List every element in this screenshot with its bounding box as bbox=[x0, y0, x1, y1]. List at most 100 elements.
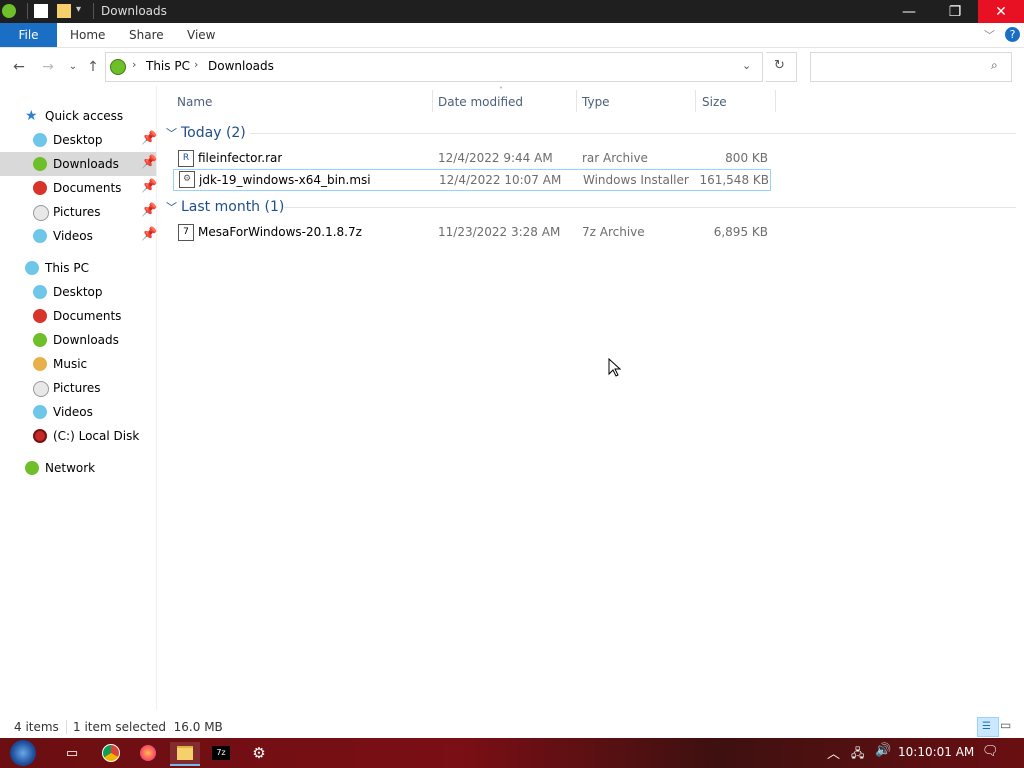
divider bbox=[27, 3, 28, 19]
file-row[interactable]: 7 MesaForWindows-20.1.8.7z 11/23/2022 3:… bbox=[174, 222, 770, 242]
breadcrumb-downloads[interactable]: Downloads bbox=[208, 59, 274, 73]
rar-file-icon: R bbox=[178, 150, 194, 167]
chevron-down-icon[interactable]: ▾ bbox=[76, 4, 81, 15]
column-header-date[interactable]: Date modified bbox=[438, 92, 523, 112]
pictures-icon bbox=[33, 381, 49, 397]
collapse-group-icon[interactable]: ﹀ bbox=[166, 199, 177, 215]
sidebar-item-desktop[interactable]: Desktop 📌 bbox=[0, 128, 158, 152]
column-divider[interactable] bbox=[775, 90, 776, 112]
sidebar-item-label: Documents bbox=[53, 309, 122, 323]
file-row-selected[interactable]: ⚙ jdk-19_windows-x64_bin.msi 12/4/2022 1… bbox=[173, 169, 771, 191]
sidebar-item-label: Music bbox=[53, 357, 88, 371]
sidebar-item-videos[interactable]: Videos 📌 bbox=[0, 224, 158, 248]
start-button[interactable] bbox=[10, 740, 36, 766]
help-icon[interactable]: ? bbox=[1005, 27, 1020, 42]
file-date: 12/4/2022 10:07 AM bbox=[439, 173, 562, 187]
column-header-type[interactable]: Type bbox=[582, 92, 610, 112]
refresh-icon: ↻ bbox=[774, 58, 785, 73]
pin-icon: 📌 bbox=[141, 155, 158, 170]
collapse-group-icon[interactable]: ﹀ bbox=[166, 125, 177, 141]
sidebar-item-label: Desktop bbox=[53, 133, 103, 147]
settings-gear-icon[interactable]: ⚙ bbox=[248, 742, 270, 764]
sidebar-item-quick-access[interactable]: ★ Quick access bbox=[0, 104, 156, 128]
address-bar[interactable]: › This PC › Downloads ⌄ bbox=[105, 52, 763, 82]
pictures-icon bbox=[33, 205, 49, 221]
group-header-today[interactable]: Today (2) bbox=[181, 125, 246, 141]
file-explorer-icon[interactable] bbox=[170, 742, 200, 766]
title-bar: ▾ Downloads — ❐ ✕ bbox=[0, 0, 1024, 23]
sidebar-item-pc-documents[interactable]: Documents bbox=[0, 304, 156, 328]
properties-icon[interactable] bbox=[34, 4, 48, 18]
minimize-button[interactable]: — bbox=[886, 0, 932, 23]
sidebar-item-pc-videos[interactable]: Videos bbox=[0, 400, 156, 424]
sidebar-item-downloads[interactable]: Downloads 📌 bbox=[0, 152, 158, 176]
file-date: 12/4/2022 9:44 AM bbox=[438, 151, 553, 165]
documents-icon bbox=[33, 309, 47, 323]
column-divider[interactable] bbox=[576, 90, 577, 112]
sidebar-item-local-disk[interactable]: (C:) Local Disk bbox=[0, 424, 156, 448]
column-divider[interactable] bbox=[695, 90, 696, 112]
chrome-icon[interactable] bbox=[100, 742, 122, 764]
sidebar-item-pc-downloads[interactable]: Downloads bbox=[0, 328, 156, 352]
documents-icon bbox=[33, 181, 47, 195]
pin-icon: 📌 bbox=[141, 179, 158, 194]
pin-icon: 📌 bbox=[141, 203, 158, 218]
action-center-icon[interactable]: 🗨 bbox=[982, 744, 999, 759]
sidebar-item-this-pc[interactable]: This PC bbox=[0, 256, 156, 280]
chevron-up-icon[interactable]: ︿ bbox=[827, 743, 840, 762]
details-view-icon: ☰ bbox=[982, 721, 991, 732]
file-type: 7z Archive bbox=[582, 225, 645, 239]
refresh-button[interactable]: ↻ bbox=[766, 52, 797, 82]
details-view-button[interactable]: ☰ bbox=[977, 717, 999, 737]
sidebar-item-label: Network bbox=[45, 461, 96, 475]
network-icon[interactable]: 🖧 bbox=[851, 744, 864, 765]
tab-share[interactable]: Share bbox=[115, 23, 178, 47]
file-size: 6,895 KB bbox=[713, 225, 768, 239]
sidebar-item-documents[interactable]: Documents 📌 bbox=[0, 176, 158, 200]
file-name: fileinfector.rar bbox=[198, 151, 283, 165]
close-button[interactable]: ✕ bbox=[978, 0, 1024, 23]
sidebar-item-label: Quick access bbox=[45, 109, 124, 123]
new-folder-icon[interactable] bbox=[57, 4, 71, 18]
tab-file[interactable]: File bbox=[0, 23, 57, 47]
column-divider[interactable] bbox=[432, 90, 433, 112]
folder-app-icon bbox=[2, 4, 16, 18]
sidebar-item-label: Downloads bbox=[53, 157, 119, 171]
back-arrow-icon[interactable]: ← bbox=[10, 58, 28, 76]
column-header-name[interactable]: Name bbox=[177, 92, 212, 112]
search-icon: ⌕ bbox=[991, 58, 998, 72]
desktop-icon bbox=[33, 133, 47, 147]
column-header-size[interactable]: Size bbox=[702, 92, 727, 112]
chevron-down-icon[interactable]: ⌄ bbox=[742, 59, 751, 72]
large-icons-view-button[interactable]: ▭ bbox=[1000, 718, 1011, 732]
7zip-icon[interactable]: 7z bbox=[210, 742, 232, 764]
7z-file-icon: 7 bbox=[178, 224, 194, 241]
firefox-icon[interactable] bbox=[137, 742, 159, 764]
mouse-cursor bbox=[608, 342, 622, 377]
task-view-icon[interactable]: ▭ bbox=[61, 742, 83, 764]
file-type: rar Archive bbox=[582, 151, 648, 165]
file-row[interactable]: R fileinfector.rar 12/4/2022 9:44 AM rar… bbox=[174, 148, 770, 168]
sidebar-item-pictures[interactable]: Pictures 📌 bbox=[0, 200, 158, 224]
tab-home[interactable]: Home bbox=[56, 23, 119, 47]
divider bbox=[66, 720, 67, 734]
sidebar-item-network[interactable]: Network bbox=[0, 456, 156, 480]
forward-arrow-icon[interactable]: → bbox=[39, 58, 57, 76]
sidebar-item-pc-pictures[interactable]: Pictures bbox=[0, 376, 156, 400]
file-size: 800 KB bbox=[725, 151, 768, 165]
volume-icon[interactable]: 🔊 bbox=[875, 743, 891, 758]
sidebar-item-pc-music[interactable]: Music bbox=[0, 352, 156, 376]
group-header-last-month[interactable]: Last month (1) bbox=[181, 199, 284, 215]
recent-locations-icon[interactable]: ⌄ bbox=[64, 58, 82, 76]
tab-view[interactable]: View bbox=[173, 23, 229, 47]
maximize-button[interactable]: ❐ bbox=[932, 0, 978, 23]
breadcrumb-this-pc[interactable]: This PC bbox=[146, 59, 190, 73]
search-input[interactable]: ⌕ bbox=[810, 52, 1012, 82]
taskbar-clock[interactable]: 10:10:01 AM bbox=[898, 745, 974, 759]
downloads-icon bbox=[33, 333, 47, 347]
sidebar-item-pc-desktop[interactable]: Desktop bbox=[0, 280, 156, 304]
pin-icon: 📌 bbox=[141, 227, 158, 242]
expand-ribbon-icon[interactable]: ﹀ bbox=[984, 27, 995, 43]
pin-icon: 📌 bbox=[141, 131, 158, 146]
up-arrow-icon[interactable]: ↑ bbox=[84, 58, 102, 76]
